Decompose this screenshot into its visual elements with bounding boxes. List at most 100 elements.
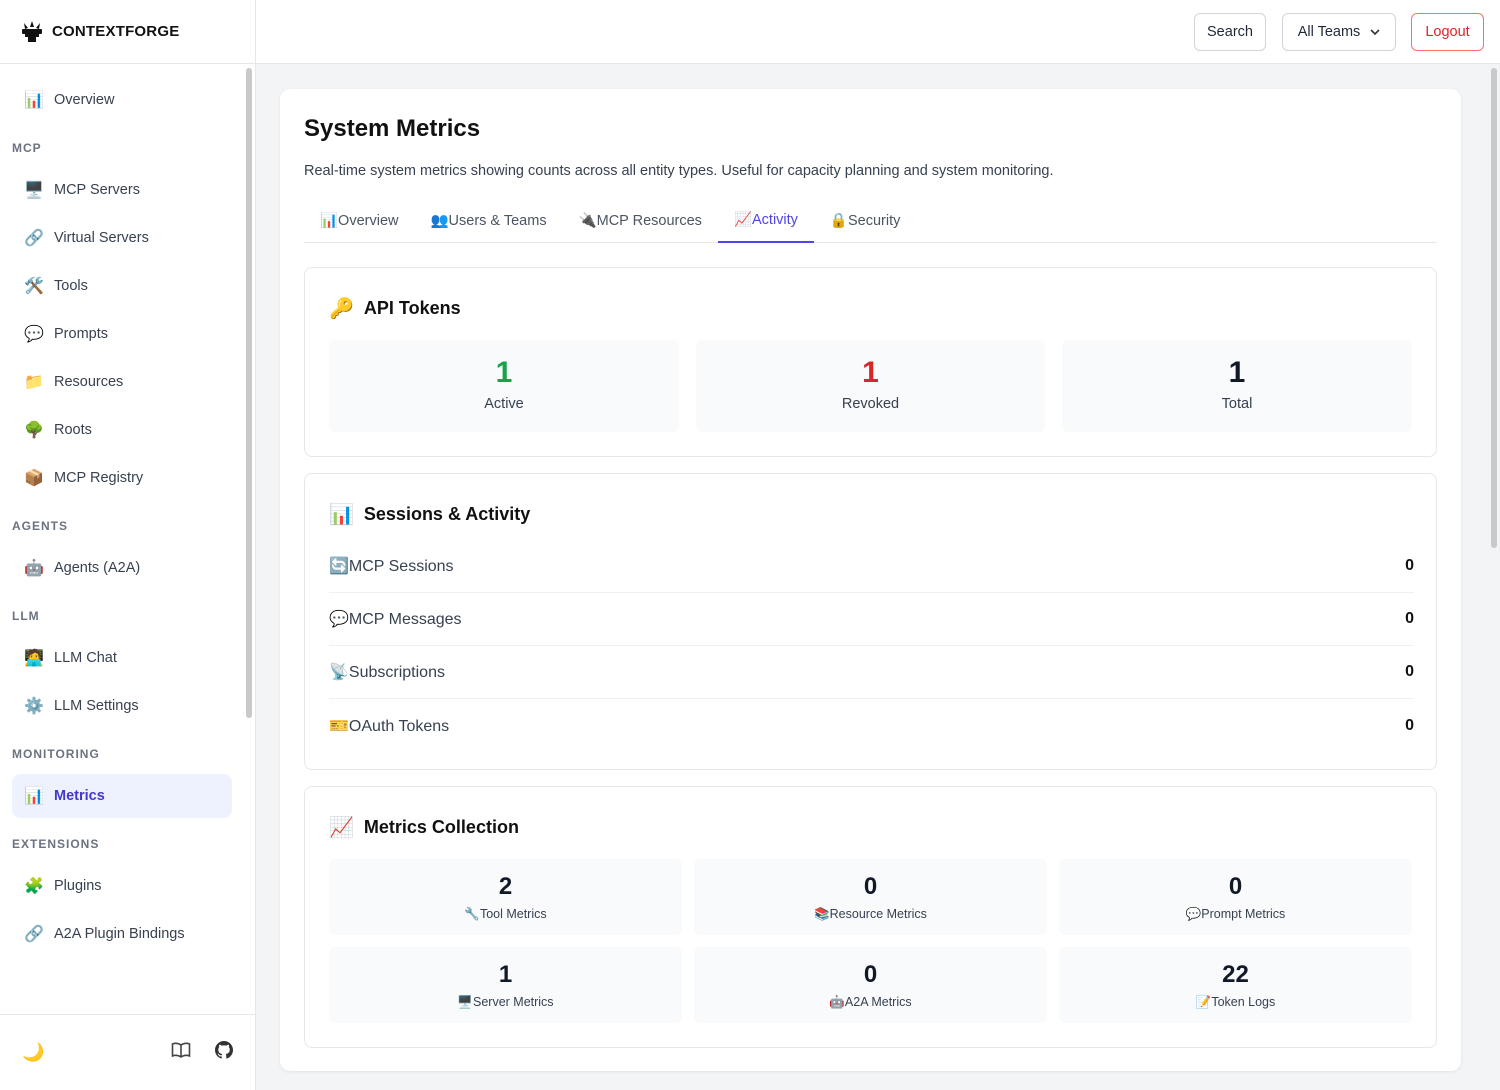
sidebar-item-roots[interactable]: 🌳 Roots bbox=[12, 408, 232, 452]
stat-label: 💬Prompt Metrics bbox=[1185, 907, 1286, 921]
tab-activity[interactable]: 📈Activity bbox=[717, 197, 814, 243]
sidebar-item-label: Virtual Servers bbox=[54, 230, 149, 246]
page-title: System Metrics bbox=[304, 115, 481, 142]
search-button[interactable]: Search bbox=[1194, 13, 1266, 51]
system-metrics-card: System Metrics Real-time system metrics … bbox=[280, 89, 1461, 1071]
sidebar-item-resources[interactable]: 📁 Resources bbox=[12, 360, 232, 404]
sidebar-section-monitoring: MONITORING bbox=[12, 747, 100, 761]
stat-label: 📚Resource Metrics bbox=[814, 907, 927, 921]
sidebar-footer: 🌙 bbox=[0, 1014, 255, 1090]
stat-label: Revoked bbox=[841, 396, 900, 412]
link-icon: 🔗 bbox=[24, 230, 44, 247]
list-item: 💬MCP Messages 0 bbox=[329, 593, 1414, 646]
bar-chart-icon: 📊 bbox=[24, 788, 44, 805]
stat-label: Active bbox=[484, 396, 524, 412]
stat-server-metrics: 1 🖥️Server Metrics bbox=[329, 947, 682, 1023]
sidebar-section-agents: AGENTS bbox=[12, 519, 69, 533]
folder-icon: 📁 bbox=[24, 374, 44, 391]
main-scrollbar[interactable] bbox=[1491, 68, 1497, 548]
team-selector-label: All Teams bbox=[1297, 24, 1361, 40]
tree-icon: 🌳 bbox=[24, 422, 44, 439]
sidebar-item-label: MCP Registry bbox=[54, 470, 144, 486]
sidebar-item-label: LLM Settings bbox=[54, 698, 139, 714]
stat-a2a-metrics: 0 🤖A2A Metrics bbox=[694, 947, 1047, 1023]
tab-overview[interactable]: 📊Overview bbox=[304, 197, 414, 243]
stat-token-logs: 22 📝Token Logs bbox=[1059, 947, 1412, 1023]
stat-resource-metrics: 0 📚Resource Metrics bbox=[694, 859, 1047, 935]
stat-label: 🔧Tool Metrics bbox=[464, 907, 547, 921]
tab-mcp-resources[interactable]: 🔌MCP Resources bbox=[563, 197, 718, 243]
robot-icon: 🤖 bbox=[24, 560, 44, 577]
brand-name: CONTEXTFORGE bbox=[52, 23, 180, 40]
sidebar-item-label: Agents (A2A) bbox=[54, 560, 141, 576]
sidebar-item-llm-settings[interactable]: ⚙️ LLM Settings bbox=[12, 684, 232, 728]
list-item: 🎫OAuth Tokens 0 bbox=[329, 699, 1414, 752]
sidebar-item-label: Metrics bbox=[54, 788, 105, 804]
api-tokens-title: 🔑 API Tokens bbox=[329, 296, 461, 321]
stat-value: 0 bbox=[863, 961, 878, 988]
sidebar-section-llm: LLM bbox=[12, 609, 40, 623]
metrics-collection-heading: Metrics Collection bbox=[363, 817, 519, 837]
gear-icon: ⚙️ bbox=[24, 698, 44, 715]
sidebar-item-overview[interactable]: 📊 Overview bbox=[12, 78, 232, 122]
tab-security[interactable]: 🔒Security bbox=[814, 197, 916, 243]
tab-users-teams[interactable]: 👥Users & Teams bbox=[414, 197, 562, 243]
sidebar-nav: 📊 Overview MCP 🖥️ MCP Servers 🔗 Virtual Se… bbox=[0, 64, 255, 1014]
row-label: 🎫OAuth Tokens bbox=[329, 717, 450, 735]
sidebar-scrollbar[interactable] bbox=[246, 68, 252, 718]
sidebar-item-prompts[interactable]: 💬 Prompts bbox=[12, 312, 232, 356]
stat-label: Total bbox=[1221, 396, 1253, 412]
metrics-tabs: 📊Overview 👥Users & Teams 🔌MCP Resources … bbox=[304, 197, 1437, 243]
team-selector[interactable]: All Teams bbox=[1282, 13, 1396, 51]
row-label: 📡Subscriptions bbox=[329, 664, 445, 681]
sidebar-item-mcp-registry[interactable]: 📦 MCP Registry bbox=[12, 456, 232, 500]
sidebar-section-mcp: MCP bbox=[12, 141, 42, 155]
sidebar-item-label: A2A Plugin Bindings bbox=[54, 926, 185, 942]
moon-icon[interactable]: 🌙 bbox=[22, 1042, 44, 1063]
stat-tool-metrics: 2 🔧Tool Metrics bbox=[329, 859, 682, 935]
stat-value: 1 bbox=[1228, 356, 1246, 389]
sidebar-item-tools[interactable]: 🛠️ Tools bbox=[12, 264, 232, 308]
chevron-down-icon bbox=[1370, 24, 1380, 40]
key-icon: 🔑 bbox=[329, 298, 354, 320]
puzzle-icon: 🧩 bbox=[24, 878, 44, 895]
stat-prompt-metrics: 0 💬Prompt Metrics bbox=[1059, 859, 1412, 935]
brand[interactable]: CONTEXTFORGE bbox=[0, 0, 255, 64]
stat-value: 22 bbox=[1222, 961, 1249, 988]
list-item: 📡Subscriptions 0 bbox=[329, 646, 1414, 699]
stat-value: 1 bbox=[498, 961, 513, 988]
sidebar-item-metrics[interactable]: 📊 Metrics bbox=[12, 774, 232, 818]
sidebar-item-a2a-plugin-bindings[interactable]: 🔗 A2A Plugin Bindings bbox=[12, 912, 232, 956]
sidebar-item-plugins[interactable]: 🧩 Plugins bbox=[12, 864, 232, 908]
topbar: Search All Teams Logout bbox=[256, 0, 1500, 64]
stat-total-tokens: 1 Total bbox=[1062, 340, 1412, 432]
logout-button[interactable]: Logout bbox=[1411, 13, 1484, 51]
link-icon: 🔗 bbox=[24, 926, 44, 943]
sidebar-item-mcp-servers[interactable]: 🖥️ MCP Servers bbox=[12, 168, 232, 212]
sidebar-item-virtual-servers[interactable]: 🔗 Virtual Servers bbox=[12, 216, 232, 260]
book-icon[interactable] bbox=[171, 1041, 191, 1064]
sidebar-item-agents[interactable]: 🤖 Agents (A2A) bbox=[12, 546, 232, 590]
sidebar-item-label: Plugins bbox=[54, 878, 102, 894]
sidebar-item-label: MCP Servers bbox=[54, 182, 140, 198]
bar-chart-icon: 📊 bbox=[329, 504, 354, 526]
stat-value: 0 bbox=[1228, 873, 1243, 900]
monitor-icon: 🖥️ bbox=[24, 182, 44, 199]
sidebar-item-label: Prompts bbox=[54, 326, 108, 342]
sessions-activity-title: 📊 Sessions & Activity bbox=[329, 502, 530, 527]
stat-value: 0 bbox=[863, 873, 878, 900]
sidebar-item-label: Tools bbox=[54, 278, 88, 294]
stat-revoked-tokens: 1 Revoked bbox=[696, 340, 1045, 432]
github-icon[interactable] bbox=[215, 1041, 233, 1064]
stat-label: 🤖A2A Metrics bbox=[829, 995, 912, 1009]
metrics-collection-panel: 📈 Metrics Collection 2 🔧Tool Metrics 0 📚… bbox=[304, 786, 1437, 1048]
row-value: 0 bbox=[1405, 557, 1414, 574]
list-item: 🔄MCP Sessions 0 bbox=[329, 540, 1414, 593]
sidebar: CONTEXTFORGE 📊 Overview MCP 🖥️ MCP Server… bbox=[0, 0, 256, 1090]
stat-label: 📝Token Logs bbox=[1195, 995, 1276, 1009]
metrics-collection-title: 📈 Metrics Collection bbox=[329, 815, 519, 840]
stat-label: 🖥️Server Metrics bbox=[457, 995, 554, 1009]
sidebar-item-label: LLM Chat bbox=[54, 650, 117, 666]
sidebar-item-llm-chat[interactable]: 🧑‍💻 LLM Chat bbox=[12, 636, 232, 680]
stat-value: 1 bbox=[495, 356, 513, 389]
